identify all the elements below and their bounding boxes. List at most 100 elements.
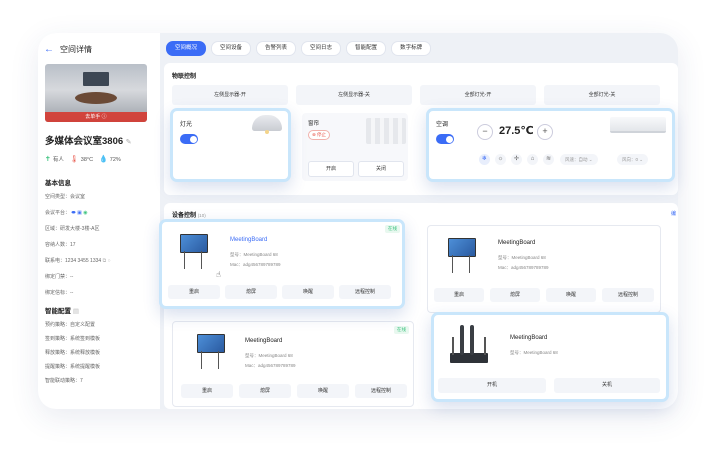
info-region: 区域：研发大楼-3楼-A区 — [45, 226, 100, 232]
screen-off-button[interactable]: 熄屏 — [490, 288, 540, 302]
copy-icon[interactable]: ⧉ — [103, 258, 107, 264]
temp-plus-button[interactable]: + — [537, 124, 553, 140]
dry-mode-icon[interactable]: ⌂ — [527, 154, 538, 165]
device-mac: Mac：adg456789789789 — [230, 262, 281, 267]
light-control: 灯光 — [170, 108, 291, 182]
wake-button[interactable]: 唤醒 — [297, 384, 349, 398]
doc-icon[interactable]: ▤ — [73, 308, 79, 315]
smart-remind: 提醒策略：系统提醒模板 — [45, 364, 101, 370]
person-icon: ✝ — [45, 156, 51, 163]
device-name[interactable]: MeetingBoard — [230, 237, 267, 243]
page-title: 空间详情 — [60, 45, 92, 54]
lamp-bulb — [265, 130, 269, 134]
basic-info-title: 基本信息 — [45, 180, 71, 187]
platform-icon-2: ▣ — [77, 210, 82, 216]
device-name: MeetingBoard — [510, 335, 548, 341]
restart-button[interactable]: 重启 — [181, 384, 233, 398]
device-control-title: 设备控制 (10) — [172, 213, 206, 219]
screen-off-button[interactable]: 熄屏 — [225, 285, 277, 299]
room-photo-badge[interactable]: 去单手 ⓘ — [45, 112, 147, 122]
device-edit-link[interactable]: 编 — [671, 210, 676, 217]
scene-all-lights-off[interactable]: 全部灯光-关 — [544, 85, 660, 105]
device-board-1: 在线 MeetingBoard 型号：MeetingBoard 68 Mac：a… — [159, 219, 405, 309]
tab-devices[interactable]: 空间设备 — [211, 41, 252, 56]
curtain-open-button[interactable]: 开启 — [308, 161, 354, 177]
device-model: 型号：MeetingBoard 68 — [230, 252, 278, 257]
device-mac: Mac：adg456789789789 — [498, 265, 549, 270]
info-beacon: 绑定信标：-- — [45, 290, 74, 296]
info-platform: 会议平台： ⬬ ▣ ◉ — [45, 210, 88, 216]
info-door: 绑定门禁：-- — [45, 274, 74, 280]
temp-minus-button[interactable]: − — [477, 124, 493, 140]
device-model: 型号：MeetingBoard 68 — [510, 350, 558, 355]
light-label: 灯光 — [180, 122, 193, 128]
restart-button[interactable]: 重启 — [168, 285, 220, 299]
wake-button[interactable]: 唤醒 — [282, 285, 334, 299]
info-space-type: 空间类型：会议室 — [45, 194, 86, 200]
online-badge: 在线 — [394, 326, 409, 334]
scene-left-display-off[interactable]: 左侧显示器-关 — [296, 85, 412, 105]
device-name: MeetingBoard — [498, 240, 536, 246]
edit-icon[interactable]: ✎ — [126, 139, 132, 146]
lamp-icon — [252, 115, 282, 131]
wake-button[interactable]: 唤醒 — [546, 288, 596, 302]
curtain-close-button[interactable]: 关闭 — [358, 161, 404, 177]
online-badge: 在线 — [385, 225, 400, 233]
scene-all-lights-on[interactable]: 全部灯光-开 — [420, 85, 536, 105]
restart-button[interactable]: 重启 — [434, 288, 484, 302]
room-name-text: 多媒体会议室3806 — [45, 136, 124, 147]
auto-mode-icon[interactable]: ≋ — [543, 154, 554, 165]
occupancy-stat: ✝ 有人 — [45, 156, 64, 163]
info-phone: 联系电：1234 3455 1334 ⧉ ○ — [45, 258, 111, 264]
humidity-stat: 💧 72% — [99, 156, 121, 163]
room-screen — [83, 72, 109, 86]
power-on-button[interactable]: 开机 — [438, 378, 546, 393]
stop-icon: ⊗ — [312, 132, 316, 137]
device-mac: Mac：adg456789789789 — [245, 363, 296, 368]
temperature-stat: 🌡 38°C — [69, 156, 94, 163]
smart-linkage: 智能联动策略：7 — [45, 378, 83, 384]
device-model: 型号：MeetingBoard 68 — [245, 353, 293, 358]
tab-alerts[interactable]: 告警列表 — [256, 41, 297, 56]
device-name: MeetingBoard — [245, 338, 283, 344]
device-board-3: 在线 MeetingBoard 型号：MeetingBoard 68 Mac：a… — [172, 321, 414, 407]
thermometer-icon: 🌡 — [69, 156, 79, 163]
ac-label: 空调 — [436, 122, 449, 128]
remote-control-button[interactable]: 远程控制 — [355, 384, 407, 398]
smart-config-title: 智能配置 ▤ — [45, 308, 79, 315]
curtain-control: 窗帘 ⊗ 停止 开启 关闭 — [302, 113, 408, 181]
room-photo: 去单手 ⓘ — [45, 64, 147, 122]
device-model: 型号：MeetingBoard 68 — [498, 255, 546, 260]
ac-toggle[interactable] — [436, 134, 454, 144]
heat-mode-icon[interactable]: ☼ — [495, 154, 506, 165]
room-name: 多媒体会议室3806 ✎ — [45, 133, 132, 147]
smart-release: 释放策略：系统释放模板 — [45, 350, 101, 356]
cool-mode-icon[interactable]: ❄ — [479, 154, 490, 165]
power-off-button[interactable]: 关机 — [554, 378, 660, 393]
tab-signage[interactable]: 数字标牌 — [391, 41, 432, 56]
curtain-status[interactable]: ⊗ 停止 — [308, 130, 331, 140]
curtain-label: 窗帘 — [308, 121, 320, 127]
wireless-mic-image — [448, 325, 490, 365]
device-mic: MeetingBoard 型号：MeetingBoard 68 开机 关机 — [431, 312, 669, 402]
tab-bar: 空间概况 空间设备 告警列表 空间日志 智能配置 数字标牌 — [166, 41, 432, 56]
info-capacity: 容纳人数：17 — [45, 242, 76, 248]
iot-control-title: 物联控制 — [172, 74, 197, 80]
platform-icon-3: ◉ — [83, 210, 88, 216]
tab-logs[interactable]: 空间日志 — [301, 41, 342, 56]
hand-cursor-icon: ☝ — [216, 270, 221, 279]
tab-overview[interactable]: 空间概况 — [166, 41, 207, 56]
screen-off-button[interactable]: 熄屏 — [239, 384, 291, 398]
remote-control-button[interactable]: 远程控制 — [602, 288, 654, 302]
light-toggle[interactable] — [180, 134, 198, 144]
tab-smart-config[interactable]: 智能配置 — [346, 41, 387, 56]
droplet-icon: 💧 — [99, 156, 108, 163]
scene-left-display-on[interactable]: 左侧显示器-开 — [172, 85, 288, 105]
fan-mode-icon[interactable]: ✢ — [511, 154, 522, 165]
remote-control-button[interactable]: 远程控制 — [339, 285, 391, 299]
fan-direction-select[interactable]: 风向：0 ⌄ — [617, 154, 649, 165]
back-arrow-icon[interactable]: ← — [44, 44, 54, 55]
circle-icon: ○ — [107, 258, 111, 264]
fan-speed-select[interactable]: 风速：自动 ⌄ — [560, 154, 598, 165]
platform-icon-1: ⬬ — [71, 210, 76, 216]
